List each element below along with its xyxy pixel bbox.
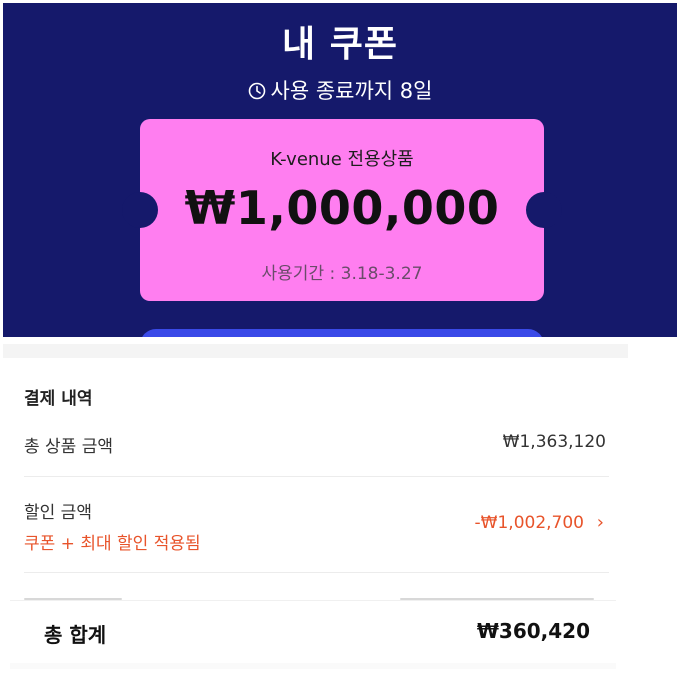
total-value: ₩360,420: [476, 619, 590, 643]
discount-note: 쿠폰 + 최대 할인 적용됨: [24, 534, 201, 554]
section-separator: [3, 344, 628, 358]
coupon-title: 내 쿠폰: [282, 24, 398, 65]
discount-label: 할인 금액: [24, 503, 92, 523]
chevron-right-icon[interactable]: ›: [597, 512, 604, 533]
total-label: 총 합계: [44, 623, 107, 647]
coupon-panel: 내 쿠폰 사용 종료까지 8일 K-venue 전용상품 ₩1,000,000 …: [3, 3, 677, 337]
payment-section-title: 결제 내역: [24, 389, 93, 409]
divider: [24, 572, 609, 573]
subtotal-label: 총 상품 금액: [24, 437, 114, 457]
bottom-strip: [10, 663, 616, 669]
divider: [24, 476, 609, 477]
coupon-ticket[interactable]: K-venue 전용상품 ₩1,000,000 사용기간 : 3.18-3.27: [122, 119, 562, 301]
ticket-amount: ₩1,000,000: [184, 181, 500, 235]
coupon-expiry: 사용 종료까지 8일: [3, 75, 677, 105]
total-bar: 총 합계 ₩360,420: [10, 601, 616, 663]
discount-value[interactable]: -₩1,002,700: [475, 513, 584, 533]
clock-icon: [248, 81, 266, 100]
subtotal-value: ₩1,363,120: [502, 432, 606, 452]
ticket-tag: K-venue 전용상품: [270, 149, 414, 170]
coupon-action-button[interactable]: [140, 329, 544, 337]
ticket-period: 사용기간 : 3.18-3.27: [261, 264, 423, 284]
expiry-text: 사용 종료까지 8일: [270, 79, 433, 103]
